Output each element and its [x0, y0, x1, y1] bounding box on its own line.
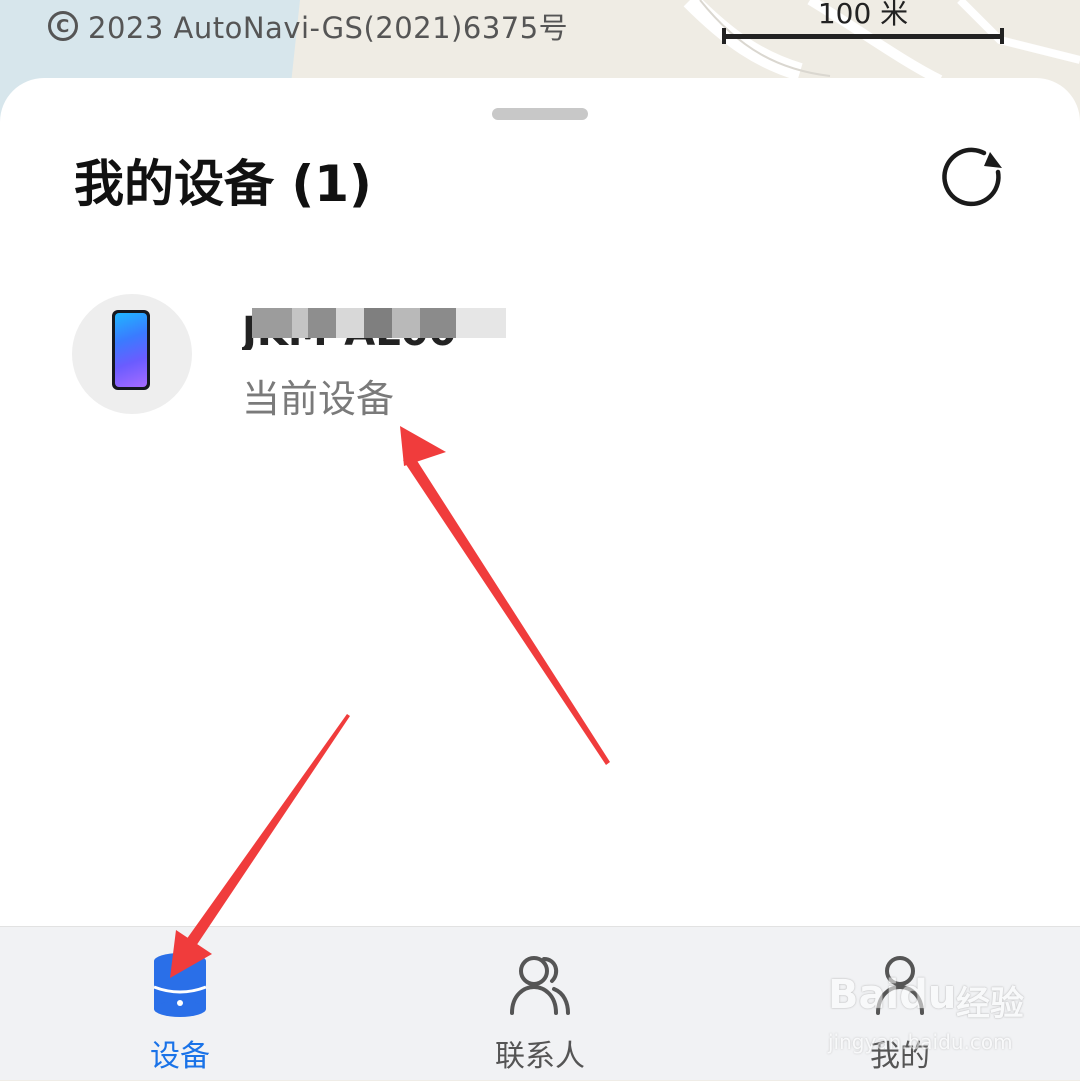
tab-contacts[interactable]: 联系人: [440, 927, 640, 1081]
map-copyright: C 2023 AutoNavi-GS(2021)6375号: [48, 6, 568, 46]
scale-bar: [722, 28, 1004, 44]
watermark-url: jingyan.baidu.com: [828, 1030, 1013, 1054]
map-scale: 100 米: [720, 0, 1006, 48]
device-list-item[interactable]: JKM-AL00 当前设备: [72, 294, 1012, 421]
tab-devices-label: 设备: [150, 1039, 210, 1074]
watermark-brand: Baidu: [828, 972, 957, 1018]
tab-contacts-label: 联系人: [495, 1039, 585, 1074]
contacts-icon: [510, 956, 570, 1015]
sheet-title: 我的设备 (1): [74, 155, 372, 213]
device-icon: [153, 953, 207, 1017]
sheet-drag-handle[interactable]: [492, 108, 588, 120]
copyright-icon: C: [48, 11, 78, 41]
tab-devices[interactable]: 设备: [80, 927, 280, 1081]
device-avatar: [72, 294, 192, 414]
device-name-redaction: [252, 308, 506, 338]
refresh-button[interactable]: [938, 142, 1006, 210]
phone-icon: [112, 310, 150, 390]
scale-label: 100 米: [817, 0, 909, 30]
device-status: 当前设备: [242, 377, 395, 421]
watermark-text: 经验: [956, 984, 1024, 1024]
devices-sheet: 我的设备 (1) JKM-AL00 当前设备: [0, 78, 1080, 926]
refresh-icon: [942, 147, 1002, 207]
copyright-text: 2023 AutoNavi-GS(2021)6375号: [88, 11, 569, 45]
baidu-watermark: Baidu 经验 jingyan.baidu.com: [828, 960, 1078, 1060]
